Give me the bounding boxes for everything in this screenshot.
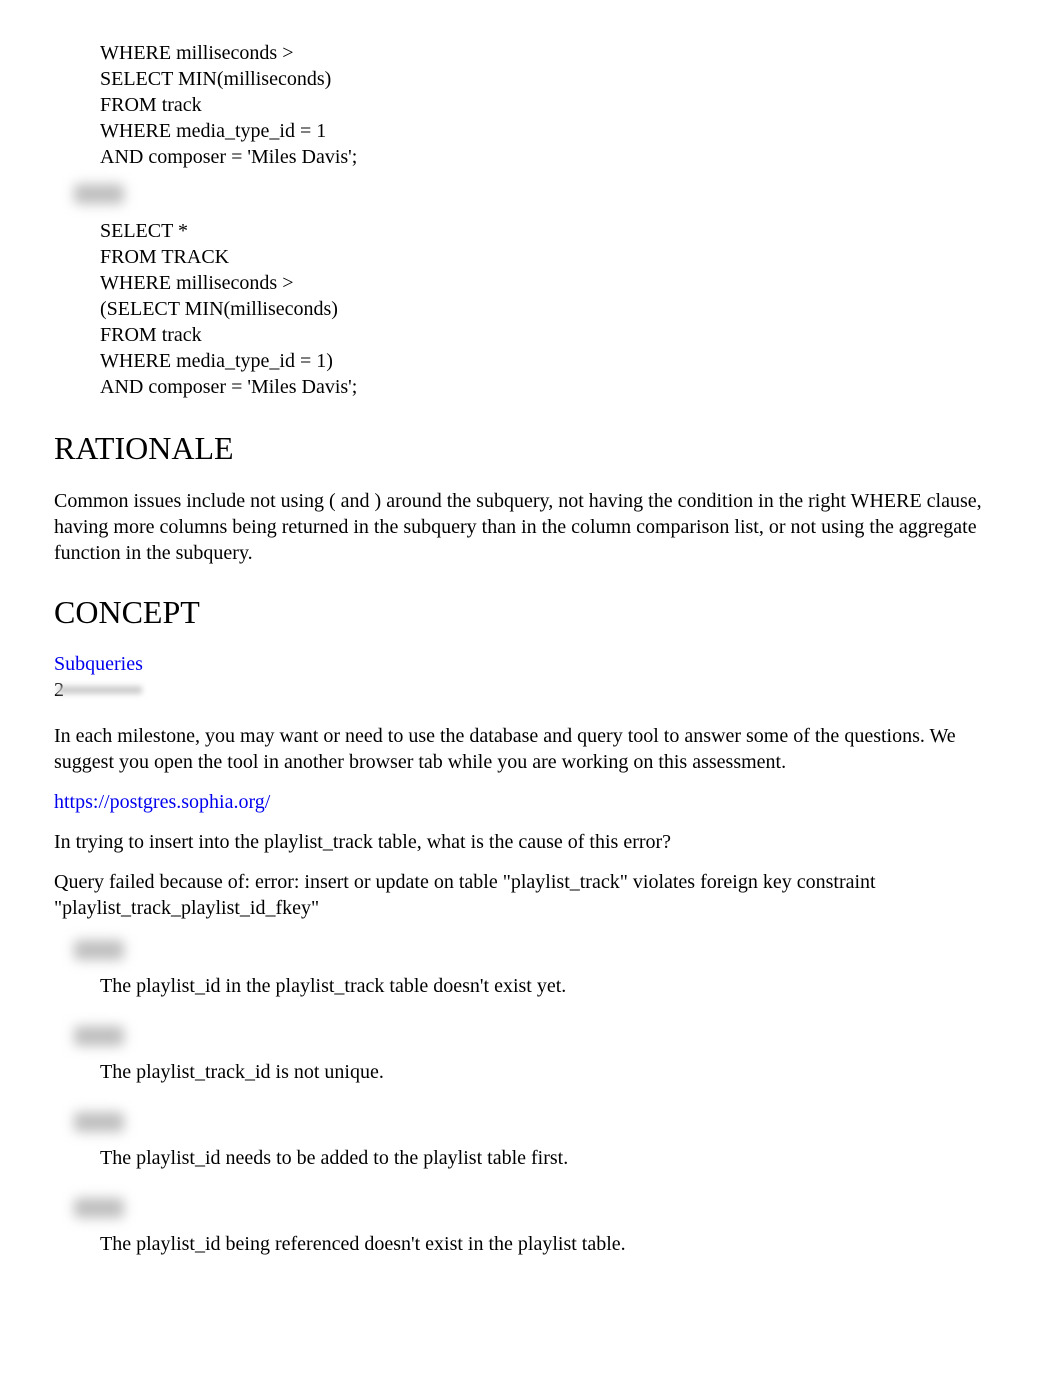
blurred-marker xyxy=(74,940,124,960)
question-text: In trying to insert into the playlist_tr… xyxy=(54,829,1008,855)
error-text: Query failed because of: error: insert o… xyxy=(54,869,1008,921)
answer-a: The playlist_id in the playlist_track ta… xyxy=(54,973,1008,999)
code-line: FROM track xyxy=(100,322,1008,348)
code-line: SELECT MIN(milliseconds) xyxy=(100,66,1008,92)
code-block-2: SELECT * FROM TRACK WHERE milliseconds >… xyxy=(54,218,1008,400)
blurred-marker xyxy=(74,1198,124,1218)
code-line: WHERE milliseconds > xyxy=(100,40,1008,66)
tool-link-wrap: https://postgres.sophia.org/ xyxy=(54,789,1008,815)
code-line: AND composer = 'Miles Davis'; xyxy=(100,374,1008,400)
milestone-text: In each milestone, you may want or need … xyxy=(54,723,1008,775)
subqueries-link[interactable]: Subqueries xyxy=(54,653,143,675)
postgres-link[interactable]: https://postgres.sophia.org/ xyxy=(54,791,270,813)
blurred-marker xyxy=(74,1112,124,1132)
rationale-heading: RATIONALE xyxy=(54,428,1008,470)
blurred-marker xyxy=(74,184,124,204)
code-line: (SELECT MIN(milliseconds) xyxy=(100,296,1008,322)
code-line: WHERE media_type_id = 1) xyxy=(100,348,1008,374)
code-line: AND composer = 'Miles Davis'; xyxy=(100,144,1008,170)
rationale-text: Common issues include not using ( and ) … xyxy=(54,488,1008,566)
answer-d: The playlist_id being referenced doesn't… xyxy=(54,1231,1008,1257)
answer-c: The playlist_id needs to be added to the… xyxy=(54,1145,1008,1171)
concept-heading: CONCEPT xyxy=(54,592,1008,634)
answer-b: The playlist_track_id is not unique. xyxy=(54,1059,1008,1085)
blurred-underline xyxy=(58,686,142,694)
code-line: FROM track xyxy=(100,92,1008,118)
code-line: FROM TRACK xyxy=(100,244,1008,270)
concept-link-wrap: Subqueries 2 xyxy=(54,651,1008,703)
code-block-1: WHERE milliseconds > SELECT MIN(millisec… xyxy=(54,40,1008,170)
code-line: WHERE media_type_id = 1 xyxy=(100,118,1008,144)
blurred-marker xyxy=(74,1026,124,1046)
code-line: WHERE milliseconds > xyxy=(100,270,1008,296)
code-line: SELECT * xyxy=(100,218,1008,244)
